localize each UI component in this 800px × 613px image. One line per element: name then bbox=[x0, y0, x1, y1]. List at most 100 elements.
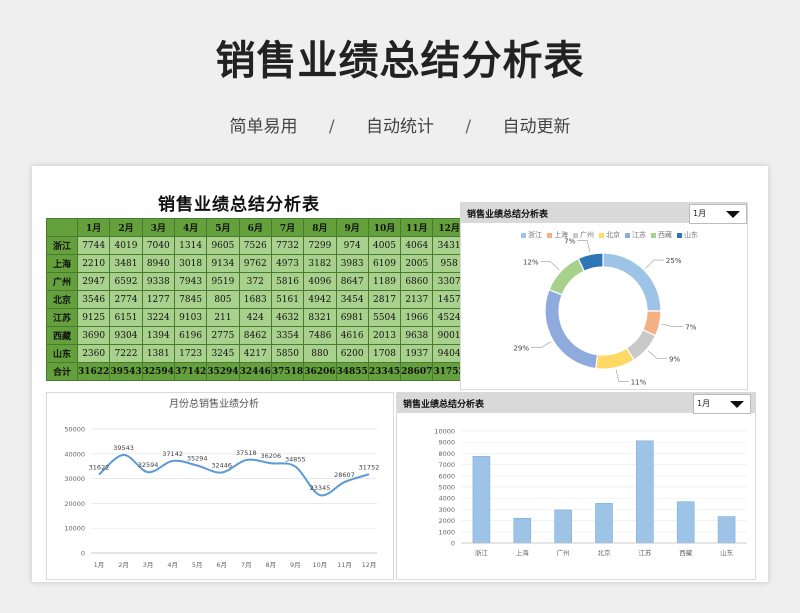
total-cell: 36206 bbox=[303, 362, 337, 381]
table-cell: 9519 bbox=[206, 272, 240, 291]
x-tick-label: 西藏 bbox=[679, 548, 693, 557]
bar-chart-panel: 销售业绩总结分析表 1月 0 1000 2000 3000 4000 5000 6000 70… bbox=[396, 392, 756, 580]
table-cell: 8462 bbox=[238, 326, 272, 345]
row-label: 合计 bbox=[46, 362, 78, 381]
column-header: 4月 bbox=[173, 218, 208, 237]
bar bbox=[554, 509, 572, 544]
table-row: 山东 2360 7222 1381 1723 3245 4217 5850 880 6200 170… bbox=[46, 344, 505, 363]
total-cell: 37142 bbox=[173, 362, 208, 381]
total-row: 合计 31622 39543 32594 37142 35294 32446 37518 362… bbox=[46, 362, 505, 381]
row-label: 广州 bbox=[46, 272, 78, 291]
table-cell: 7744 bbox=[76, 236, 111, 255]
table-cell: 4973 bbox=[270, 254, 305, 273]
table-cell: 3690 bbox=[76, 326, 111, 345]
table-cell: 7040 bbox=[141, 236, 175, 255]
row-label: 浙江 bbox=[46, 236, 78, 255]
x-tick-label: 2月 bbox=[118, 561, 129, 569]
table-row: 北京 3546 2774 1277 7845 805 1683 5161 4942 3454 281… bbox=[46, 290, 505, 309]
table-cell: 6592 bbox=[109, 272, 143, 291]
table-row: 西藏 3690 9304 1394 6196 2775 8462 3354 7486 4616 20… bbox=[46, 326, 505, 345]
slice-label: 7% bbox=[685, 324, 696, 332]
table-cell: 7299 bbox=[303, 236, 337, 255]
table-cell: 9762 bbox=[238, 254, 272, 273]
table-cell: 5816 bbox=[270, 272, 305, 291]
leader-line bbox=[531, 341, 552, 348]
table-cell: 6200 bbox=[335, 344, 369, 363]
table-cell: 2360 bbox=[76, 344, 111, 363]
table-cell: 8940 bbox=[141, 254, 175, 273]
table-cell: 1723 bbox=[173, 344, 208, 363]
table-title: 销售业绩总结分析表 bbox=[158, 195, 320, 215]
leader-line bbox=[661, 323, 684, 328]
line-chart: 月份总销售业绩分析 0 10000 20000 30000 40000 50000 31622… bbox=[64, 397, 379, 569]
table-cell: 9638 bbox=[400, 326, 434, 345]
table-cell: 4096 bbox=[303, 272, 337, 291]
table-cell: 1708 bbox=[367, 344, 402, 363]
bar bbox=[513, 517, 532, 544]
table-cell: 1277 bbox=[141, 290, 175, 309]
leader-line bbox=[645, 259, 664, 269]
donut-chart: 25% 7% 9% 11% 29% 12% 7% bbox=[513, 238, 696, 387]
table-header-row: 1月2月3月4月5月6月7月8月9月10月11月12月合计 bbox=[46, 218, 505, 237]
column-header: 8月 bbox=[303, 218, 337, 237]
table-cell: 3018 bbox=[173, 254, 208, 273]
table-cell: 4942 bbox=[303, 290, 337, 309]
column-header: 11月 bbox=[400, 218, 434, 237]
table-cell: 2947 bbox=[76, 272, 111, 291]
table-cell: 3182 bbox=[303, 254, 337, 273]
table-cell: 424 bbox=[238, 308, 272, 327]
subtitle-item: 简单易用 bbox=[229, 117, 298, 137]
table-row: 江苏 9125 6151 3224 9103 211 424 4632 8321 6981 5504… bbox=[46, 308, 505, 327]
table-cell: 9304 bbox=[109, 326, 143, 345]
leader-line bbox=[615, 369, 629, 382]
y-tick-label: 0 bbox=[451, 540, 455, 548]
table-cell: 974 bbox=[335, 236, 369, 255]
donut-slice bbox=[595, 347, 635, 370]
slice-label: 29% bbox=[513, 345, 529, 353]
column-header: 9月 bbox=[335, 218, 369, 237]
bar bbox=[636, 440, 654, 544]
table-cell: 2817 bbox=[367, 290, 402, 309]
table-cell: 6860 bbox=[400, 272, 434, 291]
x-tick-label: 广州 bbox=[557, 548, 570, 557]
table-cell: 805 bbox=[206, 290, 240, 309]
table-cell: 9103 bbox=[173, 308, 208, 327]
y-tick-label: 5000 bbox=[438, 484, 455, 492]
leader-line bbox=[647, 350, 668, 359]
x-tick-label: 9月 bbox=[290, 561, 301, 569]
leader-line bbox=[540, 261, 560, 271]
line-chart-title: 月份总销售业绩分析 bbox=[169, 397, 259, 410]
row-label: 山东 bbox=[46, 344, 78, 363]
data-label: 36206 bbox=[260, 452, 281, 460]
data-label: 23345 bbox=[310, 484, 331, 492]
table-cell: 3224 bbox=[141, 308, 175, 327]
table-cell: 372 bbox=[238, 272, 272, 291]
table-cell: 3245 bbox=[206, 344, 240, 363]
column-header: 7月 bbox=[270, 218, 305, 237]
bar-chart: 0 1000 2000 3000 4000 5000 6000 7000 8000 9000 100… bbox=[434, 428, 747, 557]
y-tick-label: 6000 bbox=[438, 472, 455, 480]
column-header: 1月 bbox=[76, 218, 111, 237]
data-label: 28607 bbox=[334, 471, 355, 479]
total-cell: 32446 bbox=[238, 362, 272, 381]
table-row: 上海 2210 3481 8940 3018 9134 9762 4973 3182 3983 61… bbox=[46, 254, 505, 273]
table-cell: 9125 bbox=[76, 308, 111, 327]
slice-label: 7% bbox=[564, 238, 575, 246]
table-cell: 6981 bbox=[335, 308, 369, 327]
donut-slice bbox=[544, 288, 599, 370]
table-cell: 3983 bbox=[335, 254, 369, 273]
table-cell: 1683 bbox=[238, 290, 272, 309]
table-cell: 1314 bbox=[173, 236, 208, 255]
donut-slice bbox=[548, 257, 586, 296]
column-header: 5月 bbox=[206, 218, 240, 237]
y-tick-label: 40000 bbox=[64, 450, 85, 458]
table-cell: 4005 bbox=[367, 236, 402, 255]
table-cell: 1937 bbox=[400, 344, 434, 363]
subtitle-separator: / bbox=[328, 117, 335, 137]
table-cell: 6109 bbox=[367, 254, 402, 273]
data-label: 37518 bbox=[236, 449, 257, 457]
table-cell: 5504 bbox=[367, 308, 402, 327]
total-cell: 34855 bbox=[335, 362, 369, 381]
page-title: 销售业绩总结分析表 bbox=[215, 38, 585, 84]
total-cell: 28607 bbox=[400, 362, 434, 381]
